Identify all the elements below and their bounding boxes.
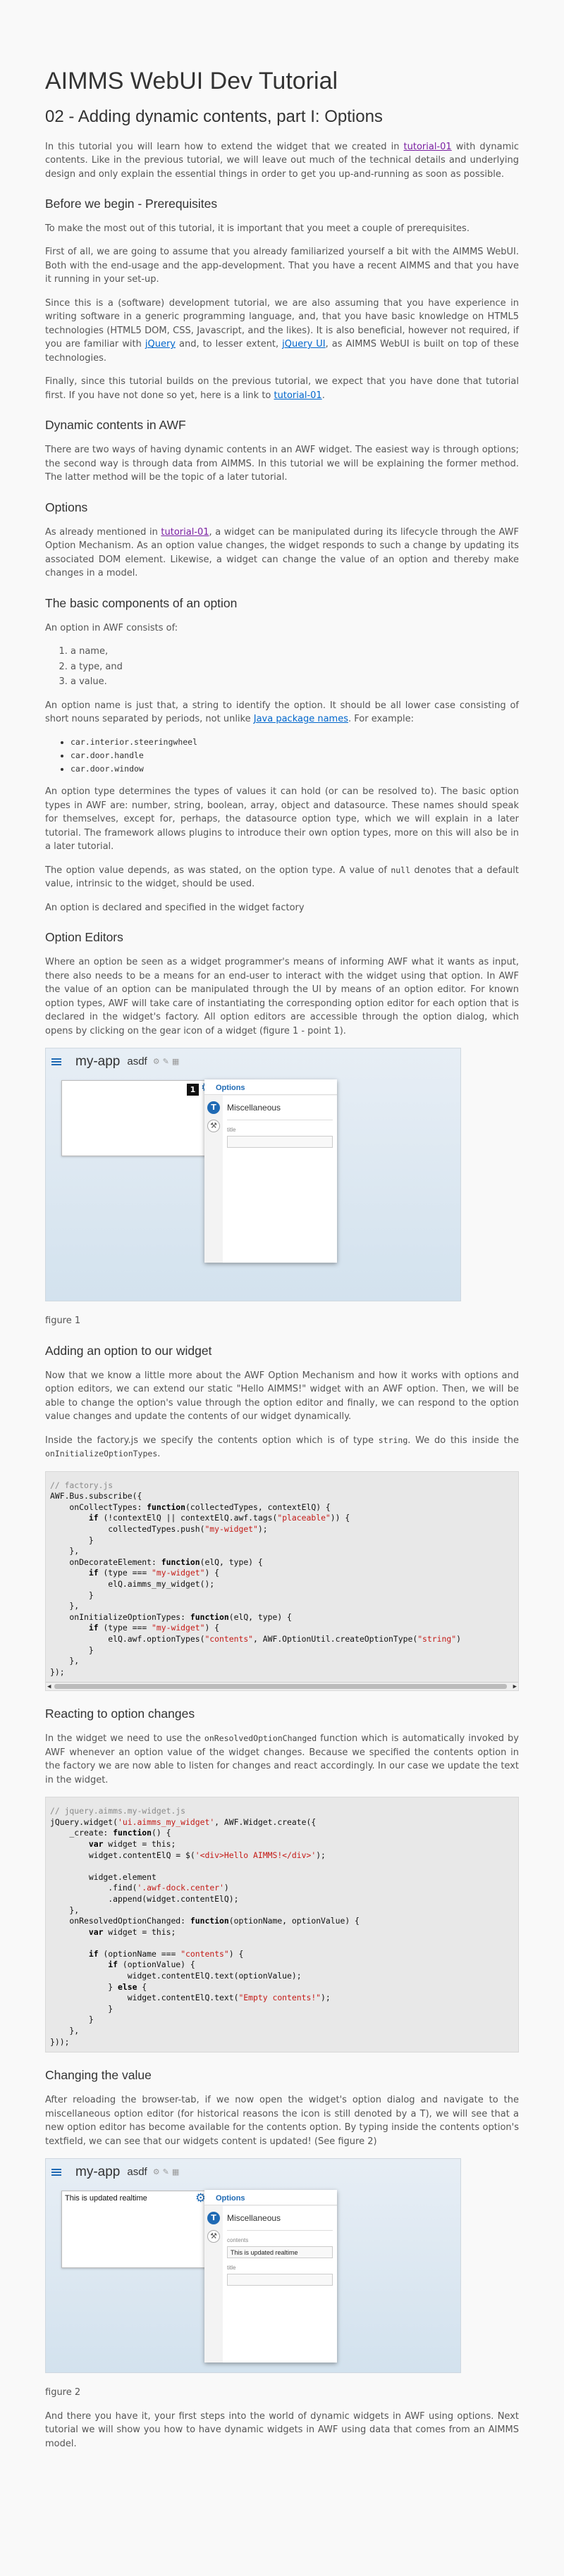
components-heading: The basic components of an option [45,595,238,610]
options-tab-rail: T ⚒ [204,1096,223,1263]
figure-2-screenshot: my-app asdf ⚙ ✎ ▦ This is updated realti… [45,2158,461,2374]
title-field-label: title [227,2265,236,2272]
app-topbar: my-app asdf ⚙ ✎ ▦ [46,1048,460,1075]
figure-1-caption: figure 1 [45,1315,81,1327]
hamburger-menu-icon[interactable] [51,1058,61,1066]
components-p3: An option type determines the types of v… [45,786,519,853]
adding-heading: Adding an option to our widget [45,1343,212,1358]
jquery-link[interactable]: jQuery [145,339,176,349]
reacting-heading: Reacting to option changes [45,1707,195,1721]
miscellaneous-tab-icon[interactable]: T [207,2212,220,2225]
app-title: my-app [75,2164,121,2179]
dynamic-heading: Dynamic contents in AWF [45,418,186,433]
pencil-icon[interactable]: ✎ [163,2167,169,2179]
list-item: car.door.handle [70,750,519,762]
app-topbar: my-app asdf ⚙ ✎ ▦ [46,2159,460,2186]
figure-1-screenshot: my-app asdf ⚙ ✎ ▦ 1 ⚙ Options T ⚒ Miscel… [45,1048,461,1302]
page-name: asdf [127,1055,147,1067]
wrench-icon[interactable]: ⚒ [207,2230,220,2243]
list-item: car.door.window [70,763,519,775]
code-lines: jQuery.widget('ui.aimms_my_widget', AWF.… [50,1816,360,2047]
title-field[interactable] [227,1136,333,1148]
components-p4: The option value depends, as was stated,… [45,865,519,890]
tutorial-01-link[interactable]: tutorial-01 [161,527,209,538]
options-heading: Options [45,500,88,514]
code-comment: // factory.js [50,1480,114,1490]
tutorial-01-link[interactable]: tutorial-01 [404,142,452,152]
pencil-icon[interactable]: ✎ [163,1056,169,1068]
tutorial-page: AIMMS WebUI Dev Tutorial 02 - Adding dyn… [0,0,564,2489]
list-item: car.interior.steeringwheel [70,736,519,748]
options-header: Options [204,2190,337,2206]
scroll-left-icon[interactable]: ◀ [47,1682,51,1690]
figure-2-caption: figure 2 [45,2387,81,2398]
adding-p2: Inside the factory.js we specify the con… [45,1435,519,1460]
changing-p1: After reloading the browser-tab, if we n… [45,2095,519,2147]
grid-icon[interactable]: ▦ [172,2167,179,2179]
page-title: AIMMS WebUI Dev Tutorial [45,68,338,94]
miscellaneous-tab-icon[interactable]: T [207,1101,220,1115]
gear-icon[interactable]: ⚙ [153,2167,160,2179]
dynamic-p1: There are two ways of having dynamic con… [45,445,519,483]
options-header: Options [204,1079,337,1096]
options-tab-rail: T ⚒ [204,2206,223,2363]
prereq-p4: Finally, since this tutorial builds on t… [45,376,519,401]
code-comment: // jquery.aimms.my-widget.js [50,1806,186,1816]
options-title: Options [216,2194,245,2203]
prereq-heading: Before we begin - Prerequisites [45,197,218,211]
components-list: a name, a type, and a value. [45,645,519,689]
closing-paragraph: And there you have it, your first steps … [45,2410,519,2449]
grid-icon[interactable]: ▦ [172,1056,179,1068]
editors-p1: Where an option be seen as a widget prog… [45,957,519,1036]
app-title: my-app [75,1053,121,1069]
contents-field[interactable]: This is updated realtime [227,2246,333,2259]
page-name: asdf [127,2165,147,2178]
components-p5: An option is declared and specified in t… [45,902,305,913]
title-field-label: title [227,1127,236,1134]
gear-icon[interactable]: ⚙ [153,1056,160,1068]
example-names-list: car.interior.steeringwheel car.door.hand… [45,736,519,776]
prereq-p1: To make the most out of this tutorial, i… [45,223,470,234]
factory-code-block: // factory.js AWF.Bus.subscribe({ onColl… [45,1470,519,1692]
list-item: a value. [70,675,519,689]
prereq-p3: Since this is a (software) development t… [45,297,519,364]
components-p1: An option in AWF consists of: [45,622,178,633]
options-p1: As already mentioned in tutorial-01, a w… [45,526,519,579]
contents-field-label: contents [227,2237,249,2244]
page-subtitle: 02 - Adding dynamic contents, part I: Op… [45,106,383,126]
intro-paragraph: In this tutorial you will learn how to e… [45,141,519,180]
wrench-icon[interactable]: ⚒ [207,1120,220,1133]
list-item: a type, and [70,660,519,674]
title-field[interactable] [227,2274,333,2286]
point-1-marker: 1 [187,1084,199,1096]
code-lines: AWF.Bus.subscribe({ onCollectTypes: func… [50,1491,461,1677]
components-p2: An option name is just that, a string to… [45,700,519,725]
scrollbar-thumb[interactable] [54,1684,507,1690]
reacting-p1: In the widget we need to use the onResol… [45,1733,519,1785]
scroll-right-icon[interactable]: ▶ [513,1682,517,1690]
section-title: Miscellaneous [227,2210,333,2231]
tutorial-01-link[interactable]: tutorial-01 [274,390,322,401]
section-title: Miscellaneous [227,1100,333,1121]
options-title: Options [216,1084,245,1093]
hamburger-menu-icon[interactable] [51,2169,61,2176]
options-dialog: Options T ⚒ Miscellaneous contents This … [204,2190,337,2363]
widget-code-block: // jquery.aimms.my-widget.js jQuery.widg… [45,1797,519,2053]
changing-heading: Changing the value [45,2068,152,2083]
options-body: Miscellaneous contents This is updated r… [223,2206,337,2363]
prereq-p2: First of all, we are going to assume tha… [45,247,519,285]
jquery-ui-link[interactable]: jQuery UI [282,339,325,349]
java-package-names-link[interactable]: Java package names [254,714,348,724]
options-dialog: Options T ⚒ Miscellaneous title [204,1079,337,1263]
editors-heading: Option Editors [45,930,123,945]
list-item: a name, [70,645,519,659]
adding-p1: Now that we know a little more about the… [45,1370,519,1423]
horizontal-scrollbar[interactable]: ◀ ▶ [46,1682,518,1691]
options-body: Miscellaneous title [223,1096,337,1263]
